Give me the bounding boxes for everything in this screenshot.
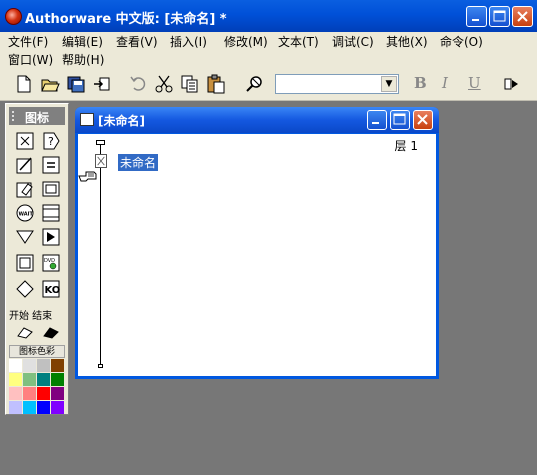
motion-icon[interactable]: [16, 156, 34, 174]
interaction-icon[interactable]: ?: [42, 132, 60, 150]
control-panel-icon[interactable]: [502, 74, 522, 94]
navigate-icon[interactable]: [16, 228, 34, 246]
font-select[interactable]: ▼: [275, 74, 399, 94]
icon-title-label[interactable]: 未命名: [118, 154, 159, 171]
start-flag-icon[interactable]: [16, 322, 34, 340]
underline-button[interactable]: U: [468, 74, 481, 92]
flowline-window-icon: [80, 113, 94, 126]
menu-bar: 文件(F) 编辑(E) 查看(V) 插入(I) 修改(M) 文本(T) 调试(C…: [0, 32, 537, 68]
color-swatch[interactable]: [9, 373, 22, 386]
icon-color-label: 图标色彩: [9, 345, 65, 358]
minimize-icon: [472, 19, 479, 21]
cut-icon[interactable]: [154, 74, 174, 94]
design-window: [未命名] 层 1 未命名: [75, 107, 439, 379]
app-title: Authorware 中文版: [未命名] *: [25, 12, 227, 27]
icon-palette: 图标 ? WAIT DVD KO 开始 结束 图标色彩: [5, 103, 69, 415]
color-swatch[interactable]: [23, 359, 36, 372]
menu-view[interactable]: 查看(V): [116, 33, 158, 50]
layer-label: 层 1: [394, 139, 418, 153]
bold-button[interactable]: B: [414, 74, 427, 92]
dvd-video-icon[interactable]: DVD: [42, 254, 60, 272]
color-swatch[interactable]: [37, 373, 50, 386]
erase-icon[interactable]: [16, 180, 34, 198]
minimize-button[interactable]: [466, 6, 487, 27]
calculation-icon[interactable]: [42, 156, 60, 174]
color-swatch[interactable]: [23, 387, 36, 400]
minimize-icon: [372, 122, 379, 124]
authorware-logo-icon: [5, 8, 22, 25]
flowline-canvas[interactable]: 层 1 未命名: [78, 134, 436, 376]
display-icon[interactable]: [16, 132, 34, 150]
decision-icon[interactable]: [16, 280, 34, 298]
color-swatch[interactable]: [37, 359, 50, 372]
new-file-icon[interactable]: [14, 74, 34, 94]
import-icon[interactable]: [92, 74, 112, 94]
svg-text:KO: KO: [45, 285, 61, 296]
color-swatch[interactable]: [51, 359, 64, 372]
menu-window[interactable]: 窗口(W): [8, 51, 53, 68]
menu-help[interactable]: 帮助(H): [62, 51, 104, 68]
child-minimize-button[interactable]: [367, 110, 387, 130]
flowline-end-marker: [98, 364, 103, 368]
design-window-title-bar[interactable]: [未命名]: [75, 107, 439, 133]
menu-file[interactable]: 文件(F): [8, 33, 48, 50]
grip-handle-icon[interactable]: [12, 111, 20, 121]
chevron-down-icon[interactable]: ▼: [381, 76, 397, 92]
flowline-start-marker: [96, 140, 105, 145]
maximize-icon: [393, 113, 406, 125]
child-maximize-button[interactable]: [390, 110, 410, 130]
menu-commands[interactable]: 命令(O): [440, 33, 483, 50]
svg-text:WAIT: WAIT: [19, 212, 34, 218]
child-close-button[interactable]: [413, 110, 433, 130]
start-end-label: 开始 结束: [9, 311, 53, 322]
map-icon[interactable]: [16, 254, 34, 272]
palette-title: 图标: [25, 111, 50, 125]
color-swatch[interactable]: [23, 401, 36, 414]
stop-flag-icon[interactable]: [42, 322, 60, 340]
color-swatch[interactable]: [51, 387, 64, 400]
flowline[interactable]: [100, 144, 101, 366]
design-window-title: [未命名]: [98, 114, 145, 128]
palette-header[interactable]: 图标: [9, 107, 65, 125]
maximize-button[interactable]: [489, 6, 510, 27]
digital-movie-icon[interactable]: [42, 204, 60, 222]
icon-color-grid: [9, 359, 65, 414]
map-icon[interactable]: [95, 154, 107, 168]
close-icon: [417, 114, 428, 125]
menu-insert[interactable]: 插入(I): [170, 33, 207, 50]
color-swatch[interactable]: [51, 401, 64, 414]
color-swatch[interactable]: [9, 387, 22, 400]
find-replace-icon[interactable]: [244, 74, 264, 94]
italic-button[interactable]: I: [442, 74, 448, 92]
maximize-icon: [493, 10, 506, 22]
color-swatch[interactable]: [37, 387, 50, 400]
undo-icon[interactable]: [128, 74, 148, 94]
wait-icon[interactable]: WAIT: [16, 204, 34, 222]
sound-icon[interactable]: [42, 228, 60, 246]
menu-edit[interactable]: 编辑(E): [62, 33, 103, 50]
copy-icon[interactable]: [180, 74, 200, 94]
close-icon: [517, 11, 528, 22]
color-swatch[interactable]: [51, 373, 64, 386]
menu-other[interactable]: 其他(X): [386, 33, 428, 50]
svg-text:?: ?: [48, 135, 54, 148]
color-swatch[interactable]: [23, 373, 36, 386]
open-file-icon[interactable]: [40, 74, 60, 94]
close-button[interactable]: [512, 6, 533, 27]
color-swatch[interactable]: [9, 401, 22, 414]
paste-icon[interactable]: [206, 74, 226, 94]
save-all-icon[interactable]: [66, 74, 86, 94]
framework-icon[interactable]: [42, 180, 60, 198]
menu-debug[interactable]: 调试(C): [332, 33, 374, 50]
color-swatch[interactable]: [37, 401, 50, 414]
color-swatch[interactable]: [9, 359, 22, 372]
title-bar[interactable]: Authorware 中文版: [未命名] *: [0, 0, 537, 32]
menu-modify[interactable]: 修改(M): [224, 33, 268, 50]
toolbar: ▼ B I U: [0, 68, 537, 101]
menu-text[interactable]: 文本(T): [278, 33, 319, 50]
paste-hand-icon: [78, 171, 97, 182]
knowledge-object-icon[interactable]: KO: [42, 280, 60, 298]
